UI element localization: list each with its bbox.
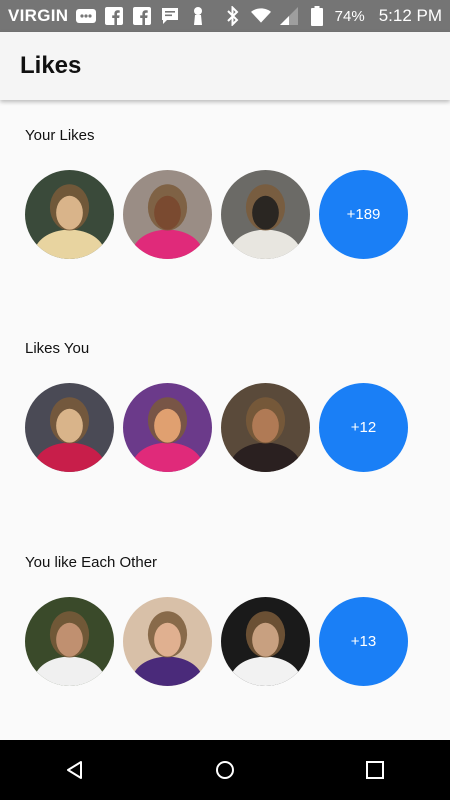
profile-avatar[interactable] [123, 170, 212, 259]
profile-avatar[interactable] [25, 597, 114, 686]
signal-icon [279, 7, 299, 25]
profile-photo [25, 170, 114, 259]
profile-photo [123, 170, 212, 259]
notification-icon [188, 7, 208, 25]
chat-icon [160, 7, 180, 25]
avatar-row: +13 [25, 597, 408, 686]
more-mutual-button[interactable]: +13 [319, 597, 408, 686]
profile-photo [25, 597, 114, 686]
profile-avatar[interactable] [123, 383, 212, 472]
profile-photo [221, 597, 310, 686]
back-icon[interactable] [55, 750, 95, 790]
status-bar: VIRGIN 74% 5:12 PM [0, 0, 450, 32]
profile-photo [221, 383, 310, 472]
profile-photo [25, 383, 114, 472]
avatar-row: +189 [25, 170, 408, 259]
likes-screen: VIRGIN 74% 5:12 PM Likes Your Likes +189… [0, 0, 450, 800]
page-title: Likes [20, 52, 82, 79]
more-likes-you-button[interactable]: +12 [319, 383, 408, 472]
battery-icon [307, 6, 327, 26]
profile-avatar[interactable] [221, 597, 310, 686]
navigation-bar [0, 740, 450, 800]
home-icon[interactable] [205, 750, 245, 790]
profile-avatar[interactable] [221, 383, 310, 472]
recents-icon[interactable] [355, 750, 395, 790]
profile-photo [123, 597, 212, 686]
profile-avatar[interactable] [25, 383, 114, 472]
bluetooth-icon [223, 6, 243, 26]
clock: 5:12 PM [378, 6, 442, 25]
profile-avatar[interactable] [221, 170, 310, 259]
app-bar: Likes [0, 32, 450, 100]
battery-percent: 74% [334, 7, 365, 25]
carrier-name: VIRGIN [8, 6, 69, 25]
avatar-row: +12 [25, 383, 408, 472]
section-title: Your Likes [25, 127, 95, 144]
message-icon [76, 7, 97, 25]
wifi-icon [250, 7, 271, 25]
profile-avatar[interactable] [25, 170, 114, 259]
facebook-icon [104, 7, 124, 25]
facebook-icon [132, 7, 152, 25]
profile-photo [221, 170, 310, 259]
section-title: Likes You [25, 340, 90, 357]
more-likes-button[interactable]: +189 [319, 170, 408, 259]
profile-avatar[interactable] [123, 597, 212, 686]
profile-photo [123, 383, 212, 472]
section-title: You like Each Other [25, 554, 158, 571]
